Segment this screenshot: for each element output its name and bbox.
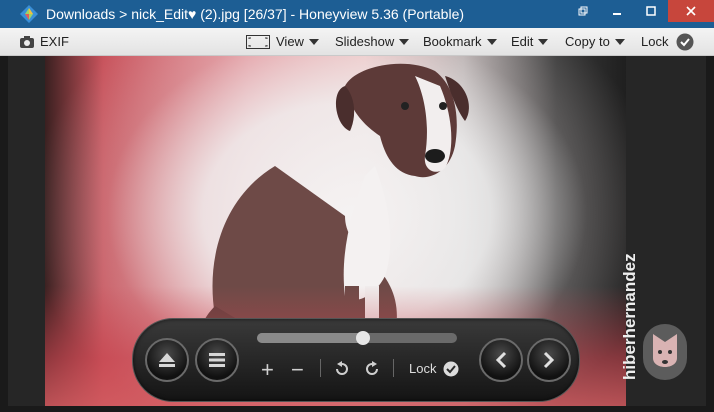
chevron-down-icon xyxy=(308,38,319,45)
divider xyxy=(393,359,394,377)
chevron-down-icon xyxy=(538,38,549,45)
restore-small-icon xyxy=(578,6,588,16)
copy-to-menu[interactable]: Copy to xyxy=(565,28,625,55)
plus-icon[interactable]: + xyxy=(261,359,274,381)
menu-button[interactable] xyxy=(195,338,239,382)
window-controls xyxy=(566,0,714,22)
chevron-down-icon xyxy=(486,38,497,45)
bookmark-menu[interactable]: Bookmark xyxy=(423,28,497,55)
exif-button[interactable]: EXIF xyxy=(20,28,69,55)
slideshow-label: Slideshow xyxy=(335,34,395,49)
edit-menu[interactable]: Edit xyxy=(511,28,549,55)
position-slider[interactable] xyxy=(257,331,457,345)
eject-icon xyxy=(159,353,175,367)
chevron-down-icon xyxy=(399,38,410,45)
next-image-button[interactable] xyxy=(527,338,571,382)
watermark-text: hiberhernandez xyxy=(620,253,639,380)
fit-screen-icon xyxy=(246,34,270,49)
divider xyxy=(320,359,321,377)
navigation-panel: + − Lock xyxy=(132,318,580,402)
maximize-icon xyxy=(646,6,656,16)
bookmark-label: Bookmark xyxy=(423,34,482,49)
slider-knob[interactable] xyxy=(356,331,370,345)
check-circle-icon xyxy=(676,33,694,50)
lock-label: Lock xyxy=(641,34,669,49)
exif-label: EXIF xyxy=(40,34,69,49)
chevron-right-icon xyxy=(543,351,555,369)
rotate-right-icon[interactable] xyxy=(363,360,381,378)
minimize-icon xyxy=(613,13,621,15)
view-menu[interactable]: View xyxy=(246,28,319,55)
minimize-button[interactable] xyxy=(600,0,634,22)
slideshow-menu[interactable]: Slideshow xyxy=(335,28,410,55)
window-title: Downloads > nick_Edit♥ (2).jpg [26/37] -… xyxy=(46,6,465,22)
close-icon xyxy=(686,6,696,16)
toolbar: EXIF View Slideshow Bookmark Edit Copy t… xyxy=(0,28,714,56)
panel-lock-label[interactable]: Lock xyxy=(409,361,436,376)
watermark-logo xyxy=(643,324,687,380)
close-button[interactable] xyxy=(668,0,714,22)
title-bar: Downloads > nick_Edit♥ (2).jpg [26/37] -… xyxy=(0,0,714,28)
eject-button[interactable] xyxy=(145,338,189,382)
lock-toggle[interactable]: Lock xyxy=(641,28,694,55)
restore-small-button[interactable] xyxy=(566,0,600,22)
chevron-down-icon xyxy=(614,38,625,45)
dog-logo-icon xyxy=(653,334,677,367)
honeyview-diamond-icon[interactable] xyxy=(20,5,38,23)
view-label: View xyxy=(276,34,304,49)
chevron-left-icon xyxy=(495,351,507,369)
maximize-button[interactable] xyxy=(634,0,668,22)
previous-image-button[interactable] xyxy=(479,338,523,382)
minus-icon[interactable]: − xyxy=(291,359,304,381)
slider-fill xyxy=(257,333,363,343)
rotate-left-icon[interactable] xyxy=(333,360,351,378)
check-circle-icon[interactable] xyxy=(443,361,459,377)
image-viewer[interactable]: hiberhernandez + − Lock xyxy=(8,56,706,406)
camera-icon xyxy=(20,35,34,48)
menu-icon xyxy=(209,353,225,367)
edit-label: Edit xyxy=(511,34,534,49)
copy-to-label: Copy to xyxy=(565,34,610,49)
